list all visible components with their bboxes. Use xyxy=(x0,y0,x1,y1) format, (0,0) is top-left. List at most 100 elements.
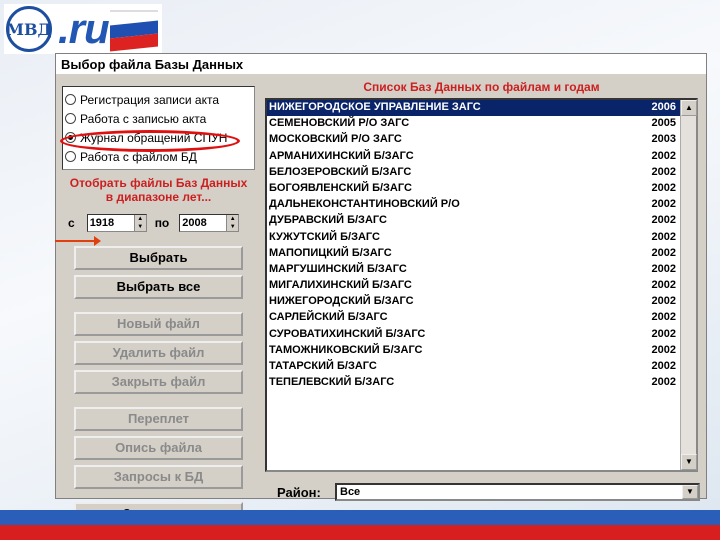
rayon-select[interactable]: Все ▼ xyxy=(335,483,700,501)
db-list-row[interactable]: БОГОЯВЛЕНСКИЙ Б/ЗАГС 2002 xyxy=(267,181,680,197)
delete-file-button[interactable]: Удалить файл xyxy=(74,341,243,365)
db-queries-button[interactable]: Запросы к БД xyxy=(74,465,243,489)
db-year: 2002 xyxy=(651,230,676,243)
db-list-row[interactable]: ДУБРАВСКИЙ Б/ЗАГС 2002 xyxy=(267,213,680,229)
db-list-row[interactable]: БЕЛОЗЕРОВСКИЙ Б/ЗАГС 2002 xyxy=(267,165,680,181)
radio-button[interactable] xyxy=(65,94,76,105)
db-year: 2002 xyxy=(651,343,676,356)
from-label: с xyxy=(68,216,75,230)
year-filter-title: Отобрать файлы Баз Данных в диапазоне ле… xyxy=(62,176,255,204)
mvd-emblem-icon: МВД xyxy=(6,6,52,52)
file-inventory-button[interactable]: Опись файла xyxy=(74,436,243,460)
from-year-input[interactable] xyxy=(87,215,134,231)
db-year: 2002 xyxy=(651,149,676,162)
spin-down-icon[interactable]: ▼ xyxy=(135,223,146,231)
db-name: МАПОПИЦКИЙ Б/ЗАГС xyxy=(269,246,392,259)
radio-button[interactable] xyxy=(65,113,76,124)
db-name: НИЖЕГОРОДСКИЙ Б/ЗАГС xyxy=(269,295,414,308)
db-name: МОСКОВСКИЙ Р/О ЗАГС xyxy=(269,133,402,146)
mode-radio-group: Регистрация записи акта Работа с записью… xyxy=(60,86,255,170)
site-logo: МВД .ru xyxy=(4,4,162,54)
db-list-row[interactable]: НИЖЕГОРОДСКОЕ УПРАВЛЕНИЕ ЗАГС 2006 xyxy=(267,100,680,117)
db-year: 2002 xyxy=(651,376,676,389)
db-name: БОГОЯВЛЕНСКИЙ Б/ЗАГС xyxy=(269,181,412,194)
db-list-row[interactable]: КУЖУТСКИЙ Б/ЗАГС 2002 xyxy=(267,230,680,246)
rayon-row: Район: Все ▼ xyxy=(263,482,700,502)
radio-option[interactable]: Регистрация записи акта xyxy=(65,90,252,109)
chevron-down-icon[interactable]: ▼ xyxy=(682,485,698,499)
db-name: ТАТАРСКИЙ Б/ЗАГС xyxy=(269,360,377,372)
db-file-select-window: Выбор файла Базы Данных Регистрация запи… xyxy=(55,53,707,526)
db-list-row[interactable]: СУРОВАТИХИНСКИЙ Б/ЗАГС 2002 xyxy=(267,327,680,343)
binding-button[interactable]: Переплет xyxy=(74,407,243,431)
scroll-down-icon[interactable]: ▼ xyxy=(681,454,697,470)
left-pane: Регистрация записи акта Работа с записью… xyxy=(60,86,255,526)
db-year: 2002 xyxy=(651,279,676,292)
db-list-row[interactable]: САРЛЕЙСКИЙ Б/ЗАГС 2002 xyxy=(267,310,680,326)
from-year-spinner[interactable]: ▲▼ xyxy=(86,214,147,232)
spin-up-icon[interactable]: ▲ xyxy=(227,215,238,223)
db-list-row[interactable]: МИГАЛИХИНСКИЙ Б/ЗАГС 2002 xyxy=(267,278,680,294)
db-list-title: Список Баз Данных по файлам и годам xyxy=(363,80,600,94)
new-file-button[interactable]: Новый файл xyxy=(74,312,243,336)
db-year: 2002 xyxy=(651,214,676,227)
db-name: НИЖЕГОРОДСКОЕ УПРАВЛЕНИЕ ЗАГС xyxy=(269,101,481,113)
year-filter-title-line2: в диапазоне лет... xyxy=(105,190,212,204)
db-list-row[interactable]: АРМАНИХИНСКИЙ Б/ЗАГС 2002 xyxy=(267,149,680,165)
db-name: БЕЛОЗЕРОВСКИЙ Б/ЗАГС xyxy=(269,165,412,178)
to-year-input[interactable] xyxy=(180,215,227,231)
db-year: 2006 xyxy=(651,101,676,113)
db-list-row[interactable]: ТАТАРСКИЙ Б/ЗАГС 2002 xyxy=(267,359,680,375)
db-list-row[interactable]: СЕМЕНОВСКИЙ Р/О ЗАГС 2005 xyxy=(267,116,680,132)
window-title: Выбор файла Базы Данных xyxy=(56,54,706,74)
db-year: 2002 xyxy=(651,327,676,340)
db-name: ДАЛЬНЕКОНСТАНТИНОВСКИЙ Р/О xyxy=(269,198,460,211)
pointer-arrow-icon xyxy=(55,236,101,246)
db-year: 2002 xyxy=(651,295,676,308)
db-year: 2002 xyxy=(651,360,676,372)
close-file-button[interactable]: Закрыть файл xyxy=(74,370,243,394)
bottom-stripe xyxy=(0,510,720,540)
db-name: МИГАЛИХИНСКИЙ Б/ЗАГС xyxy=(269,279,412,292)
spin-up-icon[interactable]: ▲ xyxy=(135,215,146,223)
radio-option[interactable]: Работа с записью акта xyxy=(65,109,252,128)
db-name: САРЛЕЙСКИЙ Б/ЗАГС xyxy=(269,311,388,324)
spin-down-icon[interactable]: ▼ xyxy=(227,223,238,231)
vertical-scrollbar[interactable]: ▲ ▼ xyxy=(680,100,697,470)
radio-button[interactable] xyxy=(65,151,76,162)
highlight-oval xyxy=(60,130,240,152)
db-year: 2002 xyxy=(651,181,676,194)
db-list-row[interactable]: ТАМОЖНИКОВСКИЙ Б/ЗАГС 2002 xyxy=(267,343,680,359)
db-listbox[interactable]: НИЖЕГОРОДСКОЕ УПРАВЛЕНИЕ ЗАГС 2006 СЕМЕНОВ… xyxy=(265,98,698,472)
db-name: МАРГУШИНСКИЙ Б/ЗАГС xyxy=(269,262,407,275)
rayon-select-value: Все xyxy=(340,486,361,498)
db-year: 2002 xyxy=(651,165,676,178)
to-year-spinner[interactable]: ▲▼ xyxy=(179,214,240,232)
db-name: КУЖУТСКИЙ Б/ЗАГС xyxy=(269,230,380,243)
year-filter-title-line1: Отобрать файлы Баз Данных xyxy=(69,176,248,190)
select-all-button[interactable]: Выбрать все xyxy=(74,275,243,299)
rayon-label: Район: xyxy=(277,484,321,500)
db-name: СУРОВАТИХИНСКИЙ Б/ЗАГС xyxy=(269,327,426,340)
db-name: СЕМЕНОВСКИЙ Р/О ЗАГС xyxy=(269,117,410,130)
db-list-row[interactable]: ТЕПЕЛЕВСКИЙ Б/ЗАГС 2002 xyxy=(267,375,680,391)
db-name: ДУБРАВСКИЙ Б/ЗАГС xyxy=(269,214,387,227)
to-label: по xyxy=(154,216,170,230)
db-year: 2003 xyxy=(651,133,676,146)
select-button[interactable]: Выбрать xyxy=(74,246,243,270)
db-list-row[interactable]: МАПОПИЦКИЙ Б/ЗАГС 2002 xyxy=(267,246,680,262)
db-list-rows: НИЖЕГОРОДСКОЕ УПРАВЛЕНИЕ ЗАГС 2006 СЕМЕНОВ… xyxy=(267,100,680,391)
scroll-up-icon[interactable]: ▲ xyxy=(681,100,697,116)
db-name: ТЕПЕЛЕВСКИЙ Б/ЗАГС xyxy=(269,376,395,389)
db-year: 2002 xyxy=(651,311,676,324)
db-year: 2005 xyxy=(651,117,676,130)
logo-domain-text: .ru xyxy=(58,5,110,52)
radio-label: Работа с записью акта xyxy=(80,111,207,126)
db-list-row[interactable]: МОСКОВСКИЙ Р/О ЗАГС 2003 xyxy=(267,132,680,148)
db-name: ТАМОЖНИКОВСКИЙ Б/ЗАГС xyxy=(269,343,423,356)
db-list-row[interactable]: МАРГУШИНСКИЙ Б/ЗАГС 2002 xyxy=(267,262,680,278)
db-list-row[interactable]: ДАЛЬНЕКОНСТАНТИНОВСКИЙ Р/О 2002 xyxy=(267,197,680,213)
db-list-row[interactable]: НИЖЕГОРОДСКИЙ Б/ЗАГС 2002 xyxy=(267,294,680,310)
year-range-row: с ▲▼ по ▲▼ xyxy=(62,214,255,232)
db-name: АРМАНИХИНСКИЙ Б/ЗАГС xyxy=(269,149,414,162)
